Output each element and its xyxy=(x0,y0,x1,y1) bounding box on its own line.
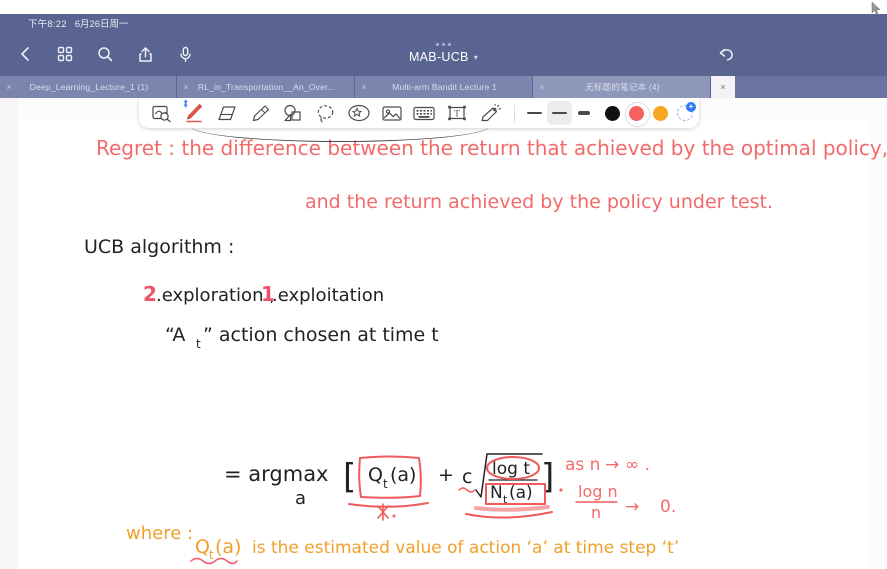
annot-dot xyxy=(559,488,563,492)
note-word-exploration: .exploration , xyxy=(156,285,275,306)
annotation-dot xyxy=(392,514,396,518)
tab-bar-filler xyxy=(735,76,887,98)
annot-zero: 0. xyxy=(660,497,676,517)
color-swatch-red[interactable] xyxy=(626,102,650,126)
note-where-q-text: is the estimated value of action ‘a’ at … xyxy=(252,538,679,558)
annot-infinity: ∞ . xyxy=(625,455,650,475)
search-icon[interactable] xyxy=(94,43,116,65)
tab-label: 无标题的笔记本 (4) xyxy=(585,82,660,92)
tab-close-icon[interactable]: × xyxy=(533,82,551,92)
document-title-label: MAB-UCB xyxy=(408,49,469,64)
pen-tool-icon[interactable] xyxy=(178,99,211,126)
grid-icon[interactable] xyxy=(54,43,76,65)
lasso-tool-icon[interactable] xyxy=(309,100,342,126)
formula-denominator-arg: (a) xyxy=(509,483,533,503)
ipad-window: 下午8:22 6月26日周一 MAB-UCB ▾ × Deep_Learning… xyxy=(0,14,887,569)
nav-right-group xyxy=(715,32,737,76)
note-where-q-squiggle xyxy=(190,557,238,565)
svg-text:T: T xyxy=(455,108,461,118)
desktop-strip xyxy=(0,0,887,15)
stroke-medium-button[interactable] xyxy=(546,101,572,125)
toolbar-divider xyxy=(513,104,515,122)
sticker-tool-icon[interactable] xyxy=(342,100,375,126)
microphone-icon[interactable] xyxy=(174,43,196,65)
formula-bracket-close: ] xyxy=(541,457,554,497)
document-title-button[interactable]: MAB-UCB ▾ xyxy=(409,50,478,64)
annot-arrow-2: → xyxy=(625,497,639,517)
note-where-label: where : xyxy=(126,523,193,544)
tab-bar: × Deep_Learning_Lecture_1 (1) × RL_in_Tr… xyxy=(0,76,887,98)
annotation-highlight-nt xyxy=(474,505,550,512)
note-line-at-rest: ” action chosen at time t xyxy=(203,324,439,346)
textbox-tool-icon[interactable]: T xyxy=(441,100,474,126)
eraser-tool-icon[interactable] xyxy=(211,100,244,126)
drawing-toolbar: T + xyxy=(139,98,699,128)
status-date: 6月26日周一 xyxy=(74,19,129,30)
annotation-squiggle-c xyxy=(458,487,476,493)
add-color-button[interactable]: + xyxy=(677,102,697,121)
formula-equals-argmax: = argmax xyxy=(224,462,329,486)
note-heading-ucb: UCB algorithm : xyxy=(84,236,234,258)
formula-c: c xyxy=(462,466,472,488)
formula-denominator-n: N xyxy=(490,483,503,503)
note-line-regret-1: Regret : the difference between the retu… xyxy=(96,136,887,160)
chevron-down-icon: ▾ xyxy=(473,53,479,62)
annotation-swoosh xyxy=(465,511,553,519)
highlighter-tool-icon[interactable] xyxy=(244,100,277,126)
undo-icon[interactable] xyxy=(715,43,737,65)
note-line-at-sub: t xyxy=(196,337,201,351)
tab-close-icon[interactable]: × xyxy=(355,82,373,92)
tab-label: Deep_Learning_Lecture_1 (1) xyxy=(29,82,149,92)
status-time: 下午8:22 xyxy=(28,19,67,30)
color-swatch-orange[interactable] xyxy=(653,105,669,121)
keyboard-tool-icon[interactable] xyxy=(408,100,441,126)
note-word-exploitation: .exploitation xyxy=(272,285,384,306)
annot-as-n: as n xyxy=(565,455,600,475)
note-page-canvas[interactable]: Regret : the difference between the retu… xyxy=(0,98,887,569)
note-bullet-num-2: 2 xyxy=(143,282,157,306)
zoom-tool-icon[interactable] xyxy=(145,100,178,126)
formula-q-arg: (a) xyxy=(390,464,416,486)
screen-root: 下午8:22 6月26日周一 MAB-UCB ▾ × Deep_Learning… xyxy=(0,0,887,569)
color-swatch-group: + xyxy=(605,102,697,126)
status-bar: 下午8:22 6月26日周一 xyxy=(0,14,887,32)
annot-frac-numerator: log n xyxy=(578,482,618,501)
tab-item[interactable]: × RL_in_Transportation__An_Over... xyxy=(177,76,355,98)
tab-close-icon-extra[interactable]: × xyxy=(711,76,735,98)
note-line-at: “A xyxy=(165,324,185,346)
mouse-cursor xyxy=(871,1,881,15)
formula-q: Q xyxy=(368,464,383,486)
shapes-tool-icon[interactable] xyxy=(277,100,310,126)
note-where-q-arg: (a) xyxy=(215,536,241,558)
share-icon[interactable] xyxy=(134,43,156,65)
color-swatch-black[interactable] xyxy=(605,105,621,121)
tab-item-active[interactable]: × 无标题的笔记本 (4) xyxy=(533,76,711,98)
nav-left-group xyxy=(8,32,196,76)
note-where-q-sub: t xyxy=(209,548,214,562)
annot-frac-denominator: n xyxy=(591,503,601,522)
tab-label: RL_in_Transportation__An_Over... xyxy=(197,82,336,92)
stroke-thin-button[interactable] xyxy=(522,101,547,125)
navigation-bar: MAB-UCB ▾ xyxy=(0,32,887,76)
annot-arrow-1: → xyxy=(605,455,619,475)
formula-plus: + xyxy=(438,464,454,486)
chevron-left-icon[interactable] xyxy=(14,43,36,65)
handwriting-layer: Regret : the difference between the retu… xyxy=(84,136,887,565)
bluetooth-icon xyxy=(183,99,188,110)
more-dots-indicator xyxy=(436,42,451,46)
formula-q-sub: t xyxy=(383,477,388,491)
note-where-q: Q xyxy=(195,536,210,558)
plus-icon: + xyxy=(686,102,697,112)
note-line-regret-2: and the return achieved by the policy un… xyxy=(305,191,773,213)
tab-close-icon[interactable]: × xyxy=(177,82,195,92)
formula-bracket-open: [ xyxy=(343,457,356,497)
stroke-thick-button[interactable] xyxy=(572,101,597,125)
formula-sub-a: a xyxy=(295,488,306,509)
image-tool-icon[interactable] xyxy=(375,100,408,126)
tab-item[interactable]: × Deep_Learning_Lecture_1 (1) xyxy=(0,76,177,98)
laser-pointer-tool-icon[interactable] xyxy=(474,100,507,126)
tab-label: Multi-arm Bandit Lecture 1 xyxy=(392,82,497,92)
tab-close-icon[interactable]: × xyxy=(0,82,18,92)
tab-item[interactable]: × Multi-arm Bandit Lecture 1 xyxy=(355,76,533,98)
